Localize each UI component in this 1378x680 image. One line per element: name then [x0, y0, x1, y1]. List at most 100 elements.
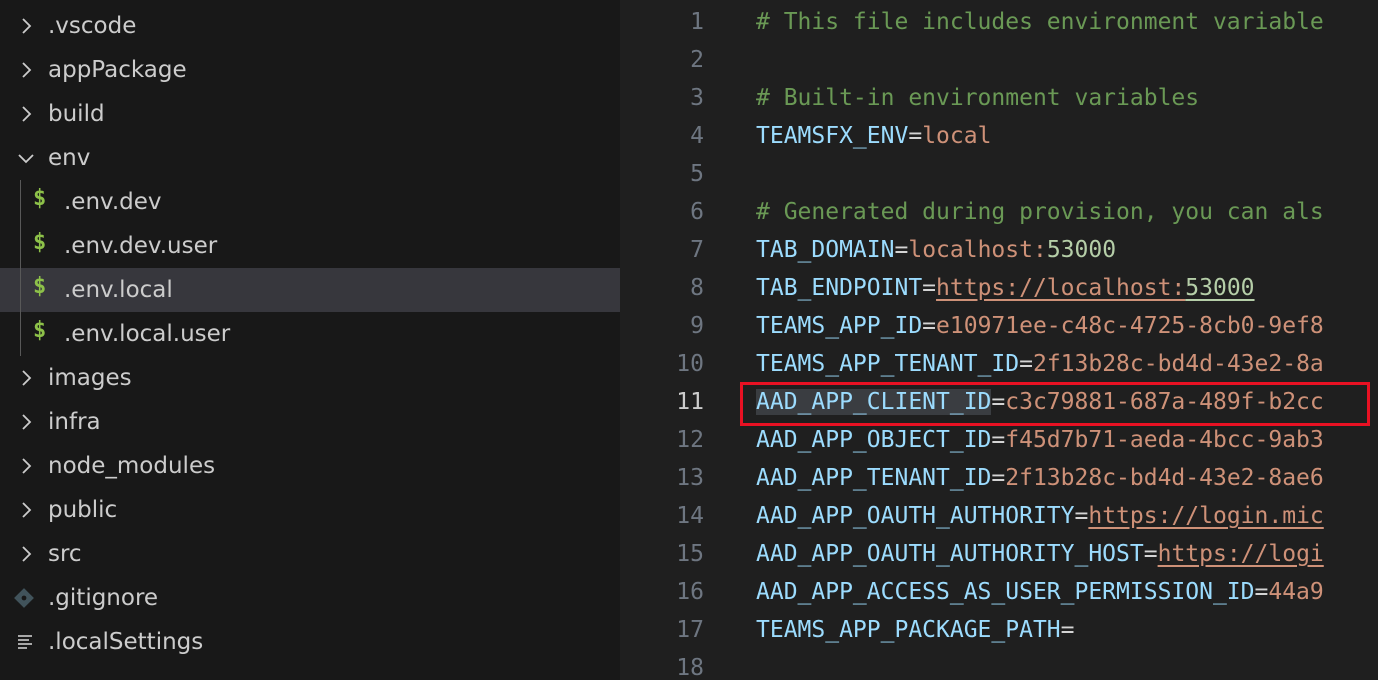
code-text: TEAMS_APP_PACKAGE_PATH= — [756, 617, 1075, 643]
lines-icon — [12, 630, 36, 654]
line-number: 2 — [690, 47, 704, 73]
line-number: 12 — [676, 427, 704, 453]
equals-sign: = — [894, 237, 909, 263]
git-icon — [12, 586, 36, 610]
equals-sign: = — [1143, 541, 1158, 567]
code-text: # Built-in environment variables — [756, 85, 1199, 111]
tree-file[interactable]: .gitignore — [0, 576, 620, 620]
code-line[interactable]: 8 TAB_ENDPOINT=https://localhost:53000 — [620, 269, 1378, 307]
env-value: localhost: — [908, 237, 1047, 263]
code-text: AAD_APP_OBJECT_ID=f45d7b71-aeda-4bcc-9ab… — [756, 427, 1324, 453]
line-number: 7 — [690, 237, 704, 263]
tree-file[interactable]: $ .env.local — [0, 268, 620, 312]
tree-file[interactable]: .localSettings — [0, 620, 620, 664]
line-number: 11 — [676, 389, 704, 415]
code-comment: # Built-in environment variables — [756, 85, 1200, 111]
equals-sign: = — [922, 275, 937, 301]
code-line[interactable]: 14 AAD_APP_OAUTH_AUTHORITY=https://login.… — [620, 497, 1378, 535]
tree-item-label: public — [48, 497, 118, 523]
env-key: AAD_APP_TENANT_ID — [756, 465, 992, 491]
line-number: 14 — [676, 503, 704, 529]
tree-folder-node_modules[interactable]: node_modules — [0, 444, 620, 488]
code-line[interactable]: 16 AAD_APP_ACCESS_AS_USER_PERMISSION_ID=4… — [620, 573, 1378, 611]
tree-folder-src[interactable]: src — [0, 532, 620, 576]
code-line[interactable]: 2 — [620, 41, 1378, 79]
tree-folder-appPackage[interactable]: appPackage — [0, 48, 620, 92]
env-value: local — [922, 123, 992, 149]
code-line[interactable]: 9 TEAMS_APP_ID=e10971ee-c48c-4725-8cb0-9e… — [620, 307, 1378, 345]
dollar-icon: $ — [33, 274, 47, 299]
tree-item-label: infra — [48, 409, 101, 435]
env-value: f45d7b71-aeda-4bcc-9ab3 — [1005, 427, 1324, 453]
line-number: 3 — [690, 85, 704, 111]
code-text: AAD_APP_OAUTH_AUTHORITY_HOST=https://log… — [756, 541, 1324, 567]
line-number: 8 — [690, 275, 704, 301]
code-line[interactable]: 7 TAB_DOMAIN=localhost:53000 — [620, 231, 1378, 269]
tree-folder-vscode[interactable]: .vscode — [0, 4, 620, 48]
tree-folder-infra[interactable]: infra — [0, 400, 620, 444]
line-number: 13 — [676, 465, 704, 491]
tree-item-label: .env.dev.user — [64, 233, 218, 259]
tree-item-label: .env.dev — [64, 189, 162, 215]
env-key: AAD_APP_OBJECT_ID — [756, 427, 992, 453]
code-comment: # Generated during provision, you can al… — [756, 199, 1324, 225]
chevron-right-icon[interactable] — [16, 456, 36, 476]
env-value: 2f13b28c-bd4d-43e2-8ae6 — [1005, 465, 1324, 491]
equals-sign: = — [1019, 351, 1033, 377]
tree-folder-build[interactable]: build — [0, 92, 620, 136]
code-line[interactable]: 17 TEAMS_APP_PACKAGE_PATH= — [620, 611, 1378, 649]
env-key: AAD_APP_OAUTH_AUTHORITY — [756, 503, 1075, 529]
code-comment: # This file includes environment variabl… — [756, 9, 1324, 35]
code-text: AAD_APP_TENANT_ID=2f13b28c-bd4d-43e2-8ae… — [756, 465, 1324, 491]
chevron-down-icon[interactable] — [16, 148, 36, 168]
env-url-link[interactable]: https://login.mic — [1088, 503, 1323, 529]
line-number: 16 — [676, 579, 704, 605]
dollar-icon: $ — [33, 230, 47, 255]
line-number: 1 — [690, 9, 704, 35]
dollar-icon: $ — [33, 186, 47, 211]
tree-file[interactable]: $ .env.dev.user — [0, 224, 620, 268]
tree-folder-env[interactable]: env — [0, 136, 620, 180]
tree-file[interactable]: $ .env.local.user — [0, 312, 620, 356]
line-number: 5 — [690, 161, 704, 187]
code-line[interactable]: 6 # Generated during provision, you can a… — [620, 193, 1378, 231]
indent-guide — [20, 180, 21, 356]
code-editor[interactable]: 1 # This file includes environment variab… — [620, 0, 1378, 680]
code-text: TAB_DOMAIN=localhost:53000 — [756, 237, 1116, 263]
chevron-right-icon[interactable] — [16, 412, 36, 432]
code-text: # Generated during provision, you can al… — [756, 199, 1324, 225]
code-line[interactable]: 10 TEAMS_APP_TENANT_ID=2f13b28c-bd4d-43e2… — [620, 345, 1378, 383]
tree-item-label: env — [48, 145, 91, 171]
tree-folder-public[interactable]: public — [0, 488, 620, 532]
env-url-link[interactable]: https://localhost: — [936, 275, 1185, 301]
env-key: AAD_APP_OAUTH_AUTHORITY_HOST — [756, 541, 1144, 567]
tree-file[interactable]: $ .env.dev — [0, 180, 620, 224]
equals-sign: = — [908, 123, 923, 149]
chevron-right-icon[interactable] — [16, 500, 36, 520]
code-text: TEAMS_APP_TENANT_ID=2f13b28c-bd4d-43e2-8… — [756, 351, 1324, 377]
code-line[interactable]: 1 # This file includes environment variab… — [620, 3, 1378, 41]
chevron-right-icon[interactable] — [16, 544, 36, 564]
env-key: TAB_DOMAIN — [756, 237, 895, 263]
code-line[interactable]: 13 AAD_APP_TENANT_ID=2f13b28c-bd4d-43e2-8… — [620, 459, 1378, 497]
code-line[interactable]: 18 — [620, 649, 1378, 680]
code-line[interactable]: 15 AAD_APP_OAUTH_AUTHORITY_HOST=https://l… — [620, 535, 1378, 573]
env-key: TEAMSFX_ENV — [756, 123, 909, 149]
code-line[interactable]: 4 TEAMSFX_ENV=local — [620, 117, 1378, 155]
env-port: 53000 — [1046, 237, 1117, 263]
chevron-right-icon[interactable] — [16, 60, 36, 80]
dollar-icon: $ — [33, 318, 47, 343]
code-line[interactable]: 5 — [620, 155, 1378, 193]
tree-item-label: .localSettings — [48, 629, 204, 655]
env-url-port[interactable]: 53000 — [1185, 275, 1254, 301]
tree-item-label: build — [48, 101, 105, 127]
chevron-right-icon[interactable] — [16, 368, 36, 388]
tree-folder-images[interactable]: images — [0, 356, 620, 400]
line-number: 15 — [676, 541, 704, 567]
code-line[interactable]: 12 AAD_APP_OBJECT_ID=f45d7b71-aeda-4bcc-9… — [620, 421, 1378, 459]
code-line[interactable]: 3 # Built-in environment variables — [620, 79, 1378, 117]
chevron-right-icon[interactable] — [16, 16, 36, 36]
tree-item-label: images — [48, 365, 132, 391]
chevron-right-icon[interactable] — [16, 104, 36, 124]
env-url-link[interactable]: https://logi — [1158, 541, 1324, 567]
